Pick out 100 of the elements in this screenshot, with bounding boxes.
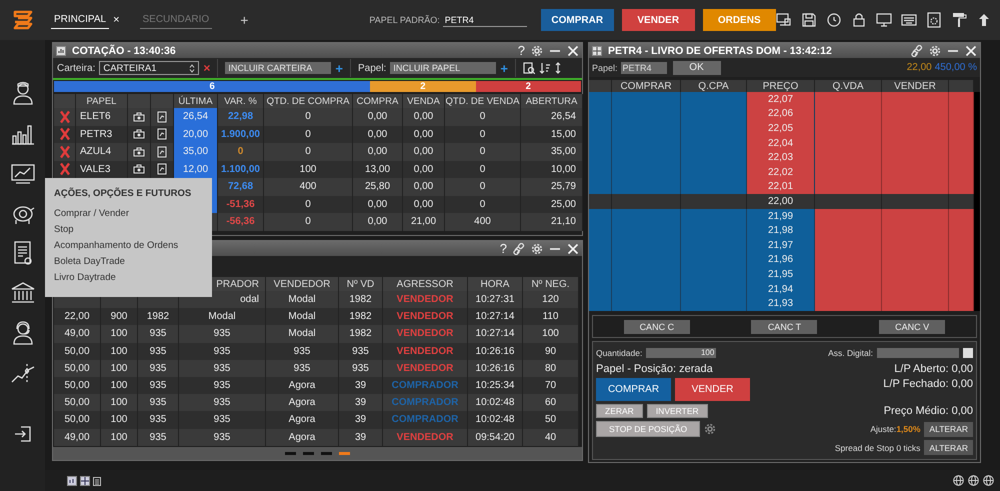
table-cell: 935 xyxy=(179,360,266,377)
price-cell[interactable]: 21,93 xyxy=(747,296,815,311)
cancel-button[interactable]: CANC C xyxy=(624,320,690,334)
ok-button[interactable]: OK xyxy=(672,60,721,74)
tab[interactable]: SECUNDARIO xyxy=(140,12,212,28)
alter-button[interactable]: ALTERAR xyxy=(924,440,973,455)
table-cell: Modal xyxy=(179,308,266,326)
delete-icon[interactable] xyxy=(58,110,70,124)
menu-item[interactable]: Acompanhamento de Ordens xyxy=(54,240,203,251)
chart-doc-icon[interactable] xyxy=(157,146,167,158)
report-icon[interactable] xyxy=(522,62,535,74)
menu-item[interactable]: Boleta DayTrade xyxy=(54,256,203,267)
symbol-input[interactable]: INCLUIR PAPEL xyxy=(390,62,496,74)
price-cell[interactable]: 22,04 xyxy=(747,136,815,150)
alter-button[interactable]: ALTERAR xyxy=(924,422,973,436)
order-button[interactable]: VENDER xyxy=(675,378,750,401)
default-symbol-field[interactable]: PETR4 xyxy=(442,14,527,26)
signature-field[interactable] xyxy=(877,348,959,358)
column-header: QTD. DE COMPRA xyxy=(264,94,353,108)
table-cell: 70 xyxy=(523,376,579,394)
keyboard-icon[interactable] xyxy=(901,12,917,28)
history-icon[interactable] xyxy=(826,12,842,28)
book-icon[interactable] xyxy=(133,129,145,140)
lock-icon[interactable] xyxy=(851,12,867,28)
help-button[interactable]: ? xyxy=(518,43,525,58)
portfolio-input[interactable]: INCLUIR CARTEIRA xyxy=(225,62,332,74)
delete-icon[interactable] xyxy=(58,162,70,176)
table-cell: Modal xyxy=(266,325,339,343)
link-icon[interactable] xyxy=(911,44,923,56)
vertical-arrows-icon[interactable] xyxy=(554,62,561,74)
price-cell[interactable]: 21,94 xyxy=(747,282,815,296)
price-cell[interactable]: 22,07 xyxy=(747,92,815,107)
table-cell: 13,00 xyxy=(353,160,403,178)
globe-icon[interactable] xyxy=(968,475,979,486)
book-panel-icon xyxy=(592,46,602,56)
action-button[interactable]: VENDER xyxy=(622,9,695,31)
table-cell: 10:25:34 xyxy=(468,376,523,394)
price-cell[interactable]: 22,06 xyxy=(747,106,815,122)
price-cell[interactable]: 21,95 xyxy=(747,267,815,282)
chart-doc-icon[interactable] xyxy=(157,163,167,176)
window-icon[interactable] xyxy=(80,476,90,486)
globe-icon[interactable] xyxy=(953,475,964,486)
price-cell[interactable]: 21,97 xyxy=(747,238,815,253)
tab-close[interactable]: × xyxy=(113,14,120,26)
quantity-field[interactable]: 100 xyxy=(646,348,716,358)
remove-button[interactable]: × xyxy=(203,61,210,75)
column-header: COMPRA xyxy=(353,94,403,108)
action-button[interactable]: COMPRAR xyxy=(540,9,614,31)
menu-item[interactable]: Stop xyxy=(54,224,203,235)
chart-doc-icon[interactable] xyxy=(157,110,167,123)
table-cell: 935 xyxy=(138,376,179,394)
add-tab-button[interactable]: + xyxy=(234,11,254,29)
price-cell[interactable]: 21,98 xyxy=(747,223,815,238)
book-icon[interactable] xyxy=(133,146,145,157)
price-cell[interactable]: 21,99 xyxy=(747,208,815,224)
monitor-icon[interactable] xyxy=(776,12,792,28)
table-cell: 10:26:16 xyxy=(468,342,523,360)
link-icon[interactable] xyxy=(513,242,525,254)
price-cell[interactable]: 22,00 xyxy=(747,194,815,209)
field-label: Papel: xyxy=(358,62,386,74)
last-price: 22,00 xyxy=(906,62,932,73)
portfolio-select[interactable]: CARTEIRA1 xyxy=(99,61,200,75)
price-cell[interactable]: 22,01 xyxy=(747,180,815,194)
order-button[interactable]: COMPRAR xyxy=(596,378,671,401)
book-icon[interactable] xyxy=(133,164,145,174)
price-cell[interactable]: 22,05 xyxy=(747,121,815,136)
price-cell[interactable]: 21,96 xyxy=(747,252,815,268)
logout-icon[interactable] xyxy=(12,424,32,444)
table-cell: 60 xyxy=(523,394,579,412)
menu-item[interactable]: Comprar / Vender xyxy=(54,208,203,219)
globe-icon[interactable] xyxy=(983,475,994,486)
checkbox[interactable] xyxy=(963,348,973,358)
table-cell: 15,00 xyxy=(521,126,583,143)
column-header: HORA xyxy=(468,277,523,291)
table-cell: 1982 xyxy=(138,308,179,326)
sort-icon[interactable] xyxy=(538,62,551,74)
close-icon[interactable] xyxy=(965,44,977,56)
symbol-field[interactable]: PETR4 xyxy=(620,62,667,74)
tab[interactable]: PRINCIPAL xyxy=(51,12,110,28)
chart-doc-icon[interactable] xyxy=(157,128,167,140)
field-label: Carteira: xyxy=(57,62,96,74)
delete-icon[interactable] xyxy=(58,144,70,159)
window-icon[interactable] xyxy=(67,476,77,486)
close-icon[interactable] xyxy=(567,44,579,56)
delete-icon[interactable] xyxy=(58,127,70,142)
help-button[interactable]: ? xyxy=(500,241,507,256)
paint-roller-icon[interactable] xyxy=(951,12,967,28)
add-button[interactable]: + xyxy=(500,60,508,76)
clipboard-icon[interactable] xyxy=(93,476,101,486)
cancel-button[interactable]: CANC T xyxy=(751,320,818,334)
close-icon[interactable] xyxy=(567,242,579,254)
price-cell[interactable]: 22,02 xyxy=(747,165,815,180)
save-icon[interactable] xyxy=(801,12,817,28)
cancel-button[interactable]: CANC V xyxy=(879,320,946,334)
add-button[interactable]: + xyxy=(335,60,343,76)
table-cell: 100 xyxy=(101,376,138,394)
table-cell: 0 xyxy=(264,126,353,143)
price-cell[interactable]: 22,03 xyxy=(747,150,815,166)
book-icon[interactable] xyxy=(133,112,145,122)
desktop-icon[interactable] xyxy=(876,12,892,28)
